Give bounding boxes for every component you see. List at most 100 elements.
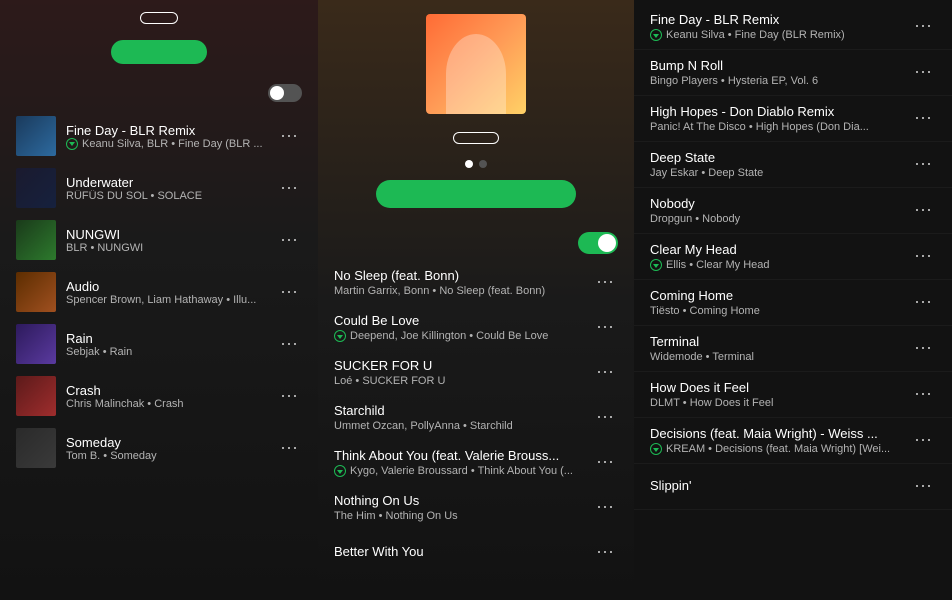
right-track-item[interactable]: How Does it Feel DLMT • How Does it Feel… [634,372,952,418]
left-track-item[interactable]: Underwater RÜFÜS DU SOL • SOLACE ⋯ [0,162,318,214]
more-options-button[interactable]: ⋯ [276,174,302,203]
track-name: Nobody [650,196,910,211]
mid-download-toggle[interactable] [578,232,618,254]
track-info: SUCKER FOR U Loé • SUCKER FOR U [334,358,592,387]
shuffle-play-button[interactable] [376,180,576,208]
download-icon [334,330,346,342]
mid-track-item[interactable]: Think About You (feat. Valerie Brouss...… [318,440,634,485]
right-track-item[interactable]: Fine Day - BLR Remix Keanu Silva • Fine … [634,4,952,50]
track-meta-text: Spencer Brown, Liam Hathaway • Illu... [66,294,256,306]
mid-track-list: No Sleep (feat. Bonn) Martin Garrix, Bon… [318,260,634,600]
more-options-button[interactable]: ⋯ [592,313,618,342]
right-track-item[interactable]: Deep State Jay Eskar • Deep State ⋯ [634,142,952,188]
mid-track-item[interactable]: Starchild Ummet Ozcan, PollyAnna • Starc… [318,395,634,440]
track-meta: Kygo, Valerie Broussard • Think About Yo… [334,465,592,477]
more-options-button[interactable]: ⋯ [276,382,302,411]
right-track-item[interactable]: Bump N Roll Bingo Players • Hysteria EP,… [634,50,952,96]
track-name: Fine Day - BLR Remix [650,12,910,27]
following-button-mid[interactable] [453,132,499,144]
track-meta-text: Chris Malinchak • Crash [66,398,184,410]
mid-track-item[interactable]: Nothing On Us The Him • Nothing On Us ⋯ [318,485,634,530]
track-thumb [16,376,56,416]
track-name: Decisions (feat. Maia Wright) - Weiss ..… [650,426,910,441]
track-name: Fine Day - BLR Remix [66,123,276,138]
track-name: Starchild [334,403,592,418]
more-options-button[interactable]: ⋯ [910,196,936,225]
right-track-item[interactable]: Slippin' ⋯ [634,464,952,510]
track-meta-text: Ellis • Clear My Head [666,259,770,271]
track-name: Better With You [334,544,592,559]
more-options-button[interactable]: ⋯ [276,278,302,307]
track-info: Deep State Jay Eskar • Deep State [650,150,910,179]
right-track-item[interactable]: Decisions (feat. Maia Wright) - Weiss ..… [634,418,952,464]
more-options-button[interactable]: ⋯ [910,380,936,409]
track-meta: Deepend, Joe Killington • Could Be Love [334,330,592,342]
track-meta-text: Tom B. • Someday [66,450,157,462]
more-options-button[interactable]: ⋯ [276,434,302,463]
more-options-button[interactable]: ⋯ [592,403,618,432]
track-meta: DLMT • How Does it Feel [650,397,910,409]
track-name: High Hopes - Don Diablo Remix [650,104,910,119]
cover-person-shape [446,34,506,114]
mid-track-item[interactable]: Could Be Love Deepend, Joe Killington • … [318,305,634,350]
track-meta-text: Tiësto • Coming Home [650,305,760,317]
more-options-button[interactable]: ⋯ [592,358,618,387]
download-icon [66,138,78,150]
right-track-item[interactable]: High Hopes - Don Diablo Remix Panic! At … [634,96,952,142]
more-options-button[interactable]: ⋯ [276,330,302,359]
left-track-item[interactable]: Crash Chris Malinchak • Crash ⋯ [0,370,318,422]
track-name: How Does it Feel [650,380,910,395]
mid-track-item[interactable]: SUCKER FOR U Loé • SUCKER FOR U ⋯ [318,350,634,395]
more-options-button[interactable]: ⋯ [592,448,618,477]
middle-panel: No Sleep (feat. Bonn) Martin Garrix, Bon… [318,0,634,600]
track-name: Bump N Roll [650,58,910,73]
track-info: No Sleep (feat. Bonn) Martin Garrix, Bon… [334,268,592,297]
track-meta-text: Keanu Silva • Fine Day (BLR Remix) [666,29,845,41]
track-info: Underwater RÜFÜS DU SOL • SOLACE [66,175,276,202]
track-thumb [16,220,56,260]
track-meta: Chris Malinchak • Crash [66,398,276,410]
mid-track-item[interactable]: Better With You ⋯ [318,530,634,575]
more-options-button[interactable]: ⋯ [910,58,936,87]
more-options-button[interactable]: ⋯ [910,12,936,41]
track-meta: Dropgun • Nobody [650,213,910,225]
more-options-button[interactable]: ⋯ [592,493,618,522]
track-meta-text: The Him • Nothing On Us [334,510,458,522]
more-options-button[interactable]: ⋯ [910,242,936,271]
track-meta-text: Loé • SUCKER FOR U [334,375,445,387]
track-info: Bump N Roll Bingo Players • Hysteria EP,… [650,58,910,87]
track-info: Think About You (feat. Valerie Brouss...… [334,448,592,477]
more-options-button[interactable]: ⋯ [910,472,936,501]
more-options-button[interactable]: ⋯ [910,426,936,455]
more-options-button[interactable]: ⋯ [910,150,936,179]
track-info: Nobody Dropgun • Nobody [650,196,910,225]
track-meta: Loé • SUCKER FOR U [334,375,592,387]
download-header [16,84,302,102]
more-options-button[interactable]: ⋯ [592,538,618,567]
right-track-item[interactable]: Coming Home Tiësto • Coming Home ⋯ [634,280,952,326]
track-meta: Sebjak • Rain [66,346,276,358]
mid-track-item[interactable]: No Sleep (feat. Bonn) Martin Garrix, Bon… [318,260,634,305]
left-track-item[interactable]: Rain Sebjak • Rain ⋯ [0,318,318,370]
more-options-button[interactable]: ⋯ [276,226,302,255]
track-meta-text: Kygo, Valerie Broussard • Think About Yo… [350,465,573,477]
track-thumb [16,428,56,468]
download-toggle[interactable] [268,84,302,102]
left-track-item[interactable]: NUNGWI BLR • NUNGWI ⋯ [0,214,318,266]
play-button[interactable] [111,40,207,64]
right-track-item[interactable]: Terminal Widemode • Terminal ⋯ [634,326,952,372]
left-track-item[interactable]: Fine Day - BLR Remix Keanu Silva, BLR • … [0,110,318,162]
left-track-item[interactable]: Someday Tom B. • Someday ⋯ [0,422,318,474]
more-options-button[interactable]: ⋯ [910,288,936,317]
more-options-button[interactable]: ⋯ [592,268,618,297]
more-options-button[interactable]: ⋯ [276,122,302,151]
track-thumb [16,324,56,364]
right-track-item[interactable]: Nobody Dropgun • Nobody ⋯ [634,188,952,234]
right-track-item[interactable]: Clear My Head Ellis • Clear My Head ⋯ [634,234,952,280]
following-button[interactable] [140,12,178,24]
track-meta-text: Martin Garrix, Bonn • No Sleep (feat. Bo… [334,285,545,297]
more-options-button[interactable]: ⋯ [910,334,936,363]
more-options-button[interactable]: ⋯ [910,104,936,133]
track-thumb [16,272,56,312]
left-track-item[interactable]: Audio Spencer Brown, Liam Hathaway • Ill… [0,266,318,318]
